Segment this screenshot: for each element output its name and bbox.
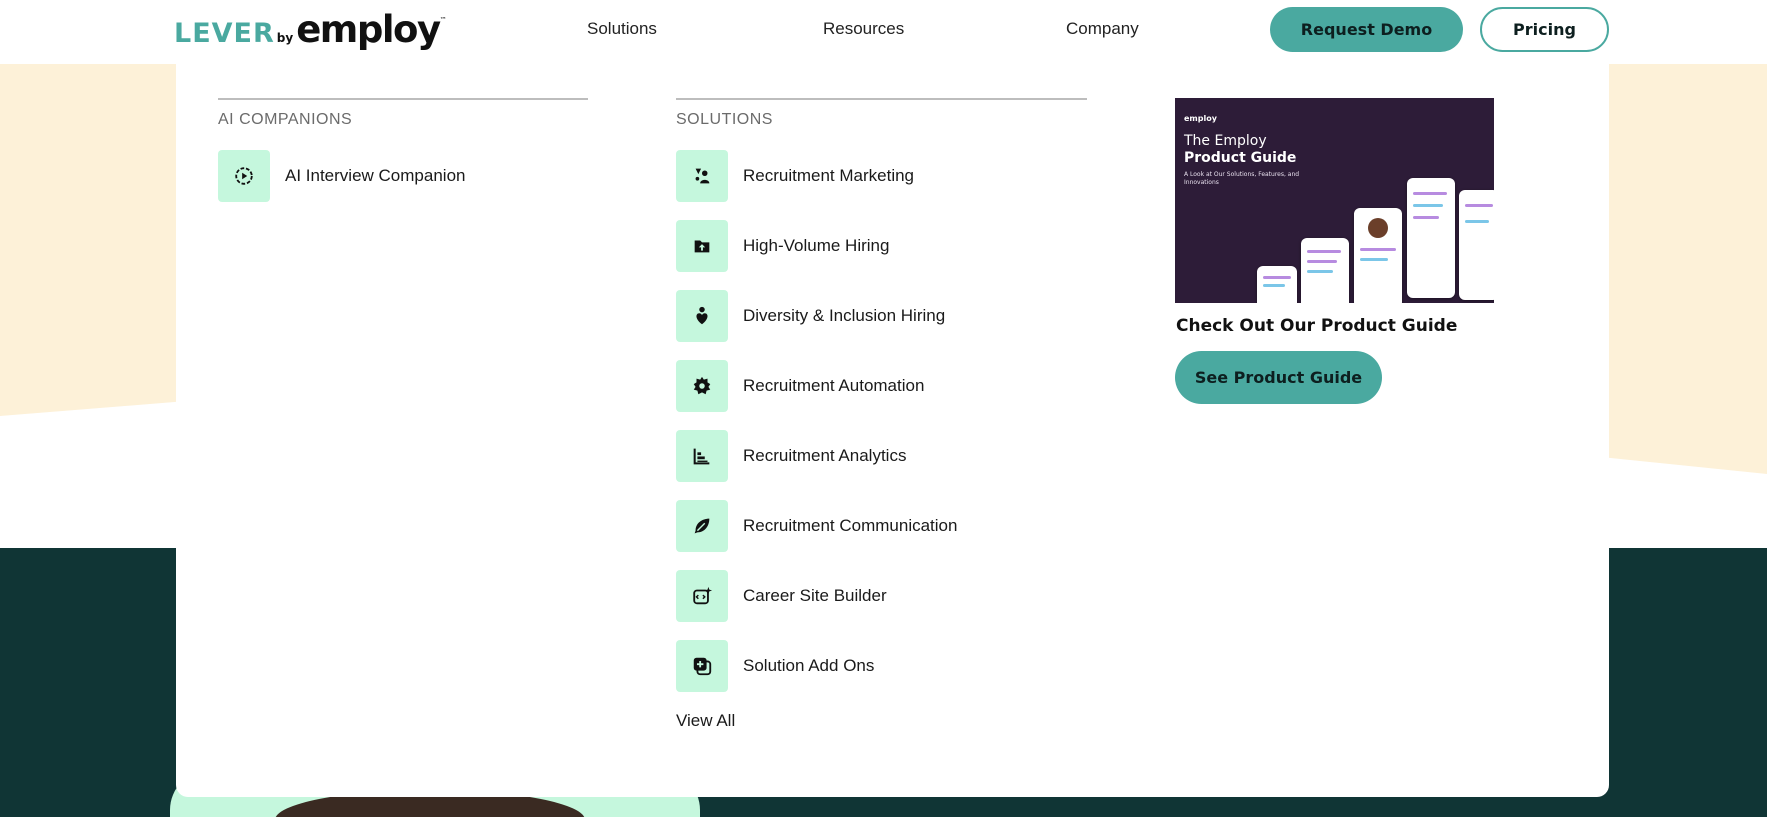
- promo-image-title-line1: The Employ: [1184, 133, 1267, 149]
- ai-companions-heading: AI COMPANIONS: [218, 111, 353, 128]
- nav-company[interactable]: Company: [1066, 19, 1139, 39]
- menu-item-label: High-Volume Hiring: [743, 236, 890, 255]
- pricing-button[interactable]: Pricing: [1480, 7, 1609, 52]
- site-header: LEVER by employ ™ Solutions Resources Co…: [0, 0, 1767, 64]
- menu-item-recruitment-analytics[interactable]: Recruitment Analytics: [676, 430, 906, 482]
- background-cream-shape-left: [0, 64, 176, 416]
- menu-item-solution-add-ons[interactable]: Solution Add Ons: [676, 640, 874, 692]
- menu-item-label: Recruitment Analytics: [743, 446, 907, 465]
- menu-item-high-volume-hiring[interactable]: High-Volume Hiring: [676, 220, 889, 272]
- ai-companions-divider: [218, 98, 588, 100]
- promo-image-brand: employ: [1184, 114, 1217, 123]
- menu-item-label: Recruitment Automation: [743, 376, 925, 395]
- promo-image-subtitle: A Look at Our Solutions, Features, and I…: [1184, 171, 1300, 186]
- menu-item-recruitment-communication[interactable]: Recruitment Communication: [676, 500, 957, 552]
- person-heart-icon: [676, 290, 728, 342]
- folder-upload-icon: [676, 220, 728, 272]
- megaphone-people-icon: [676, 150, 728, 202]
- solutions-divider: [676, 98, 1087, 100]
- gear-icon: [676, 360, 728, 412]
- promo-card-4: [1407, 178, 1455, 298]
- menu-item-ai-interview-companion[interactable]: AI Interview Companion: [218, 150, 465, 202]
- promo-card-5: [1459, 190, 1494, 300]
- product-guide-image[interactable]: employ The Employ Product Guide A Look a…: [1175, 98, 1494, 303]
- menu-item-recruitment-marketing[interactable]: Recruitment Marketing: [676, 150, 914, 202]
- nav-solutions[interactable]: Solutions: [587, 19, 657, 39]
- logo-by-text: by: [276, 31, 294, 45]
- background-cream-shape-right: [1607, 64, 1767, 474]
- logo-trademark: ™: [439, 16, 447, 24]
- view-all-link[interactable]: View All: [676, 711, 735, 731]
- lever-employ-logo[interactable]: LEVER by employ ™: [174, 8, 447, 52]
- menu-item-label: Recruitment Marketing: [743, 166, 915, 185]
- play-circle-icon: [218, 150, 270, 202]
- code-sparkle-icon: [676, 570, 728, 622]
- menu-item-label: AI Interview Companion: [285, 166, 466, 185]
- menu-item-career-site-builder[interactable]: Career Site Builder: [676, 570, 887, 622]
- menu-item-recruitment-automation[interactable]: Recruitment Automation: [676, 360, 924, 412]
- solutions-dropdown-panel: AI COMPANIONS AI Interview Companion SOL…: [176, 64, 1609, 797]
- logo-employ-text: employ: [296, 8, 441, 51]
- menu-item-label: Recruitment Communication: [743, 516, 958, 535]
- menu-item-diversity-inclusion-hiring[interactable]: Diversity & Inclusion Hiring: [676, 290, 945, 342]
- promo-card-1: [1257, 266, 1297, 303]
- send-icon: [676, 500, 728, 552]
- logo-lever-text: LEVER: [174, 18, 275, 49]
- promo-card-2: [1301, 238, 1349, 303]
- see-product-guide-button[interactable]: See Product Guide: [1175, 351, 1382, 404]
- product-guide-caption: Check Out Our Product Guide: [1176, 316, 1458, 336]
- bar-chart-icon: [676, 430, 728, 482]
- nav-resources[interactable]: Resources: [823, 19, 904, 39]
- solutions-heading: SOLUTIONS: [676, 111, 773, 128]
- menu-item-label: Diversity & Inclusion Hiring: [743, 306, 946, 325]
- menu-item-label: Career Site Builder: [743, 586, 887, 605]
- promo-card-3: [1354, 208, 1402, 303]
- request-demo-button[interactable]: Request Demo: [1270, 7, 1463, 52]
- add-square-icon: [676, 640, 728, 692]
- menu-item-label: Solution Add Ons: [743, 656, 875, 675]
- promo-image-title-line2: Product Guide: [1184, 150, 1297, 166]
